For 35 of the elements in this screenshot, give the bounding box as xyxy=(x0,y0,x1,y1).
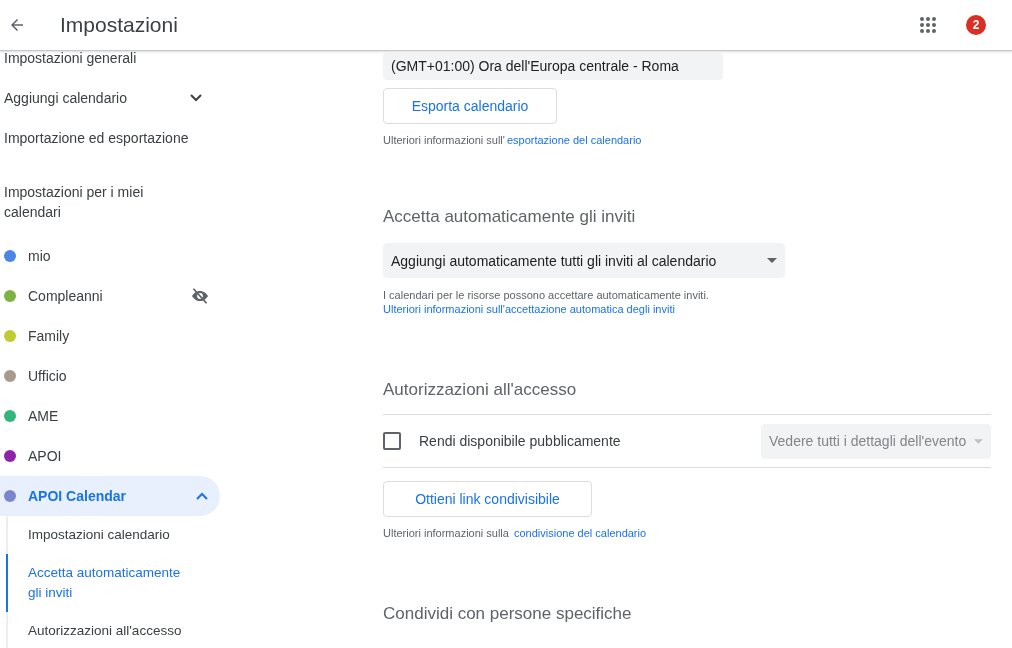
dropdown-caret-icon xyxy=(767,258,777,263)
checkbox[interactable] xyxy=(383,432,401,450)
section-title: Accetta automaticamente gli inviti xyxy=(383,207,637,227)
help-link[interactable]: Ulteriori informazioni sull'accettazione automatica degli inviti xyxy=(383,302,963,316)
sidebar-item[interactable]: Aggiungi calendario xyxy=(0,78,214,118)
dropdown-caret-icon xyxy=(974,438,983,444)
calendar-item[interactable]: AME xyxy=(0,396,220,436)
sidebar-item[interactable]: Impostazioni generali xyxy=(0,51,214,78)
help-link[interactable]: condivisione del calendario xyxy=(514,527,647,539)
share-link-button[interactable]: Ottieni link condivisibile xyxy=(383,481,592,517)
sidebar-subitem[interactable]: Impostazioni calendario xyxy=(6,516,193,554)
sidebar-subitem[interactable]: Accetta automaticamente gli inviti xyxy=(6,554,193,612)
calendar-item[interactable]: APOI xyxy=(0,436,220,476)
calendar-item[interactable]: APOI Calendar xyxy=(0,476,220,516)
apps-grid-icon[interactable] xyxy=(919,16,937,34)
calendar-item[interactable]: Ufficio xyxy=(0,356,220,396)
checkbox-label: Rendi disponibile pubblicamente xyxy=(419,433,621,449)
calendar-item[interactable]: Family xyxy=(0,316,220,356)
page-title: Impostazioni xyxy=(60,13,178,37)
help-text: Ulteriori informazioni sulla condivisione del calendario xyxy=(383,526,648,540)
calendar-item[interactable]: mio xyxy=(0,236,220,276)
eye-off-icon[interactable] xyxy=(191,288,209,304)
help-text: Ulteriori informazioni sull' esportazione del calendario xyxy=(383,133,643,147)
help-link[interactable]: esportazione del calendario xyxy=(506,134,642,146)
timezone-field[interactable]: (GMT+01:00) Ora dell'Europa centrale - Roma xyxy=(383,53,723,80)
notification-badge[interactable]: 2 xyxy=(966,15,986,35)
section-heading: Impostazioni per i miei calendari xyxy=(3,183,145,222)
sidebar-subitem[interactable]: Autorizzazioni all'accesso xyxy=(6,612,193,648)
help-text: I calendari per le risorse possono accettare automaticamente inviti. Ulteriori informazioni sull'accettazione automatica degli inviti xyxy=(383,288,963,316)
export-button[interactable]: Esporta calendario xyxy=(383,88,557,124)
section-title: Condividi con persone specifiche xyxy=(383,604,633,624)
calendar-item[interactable]: Compleanni xyxy=(0,276,220,316)
section-title: Autorizzazioni all'accesso xyxy=(383,380,578,400)
sidebar-item[interactable]: Importazione ed esportazione xyxy=(0,118,214,158)
auto-accept-dropdown[interactable]: Aggiungi automaticamente tutti gli inviti al calendario xyxy=(383,243,785,278)
